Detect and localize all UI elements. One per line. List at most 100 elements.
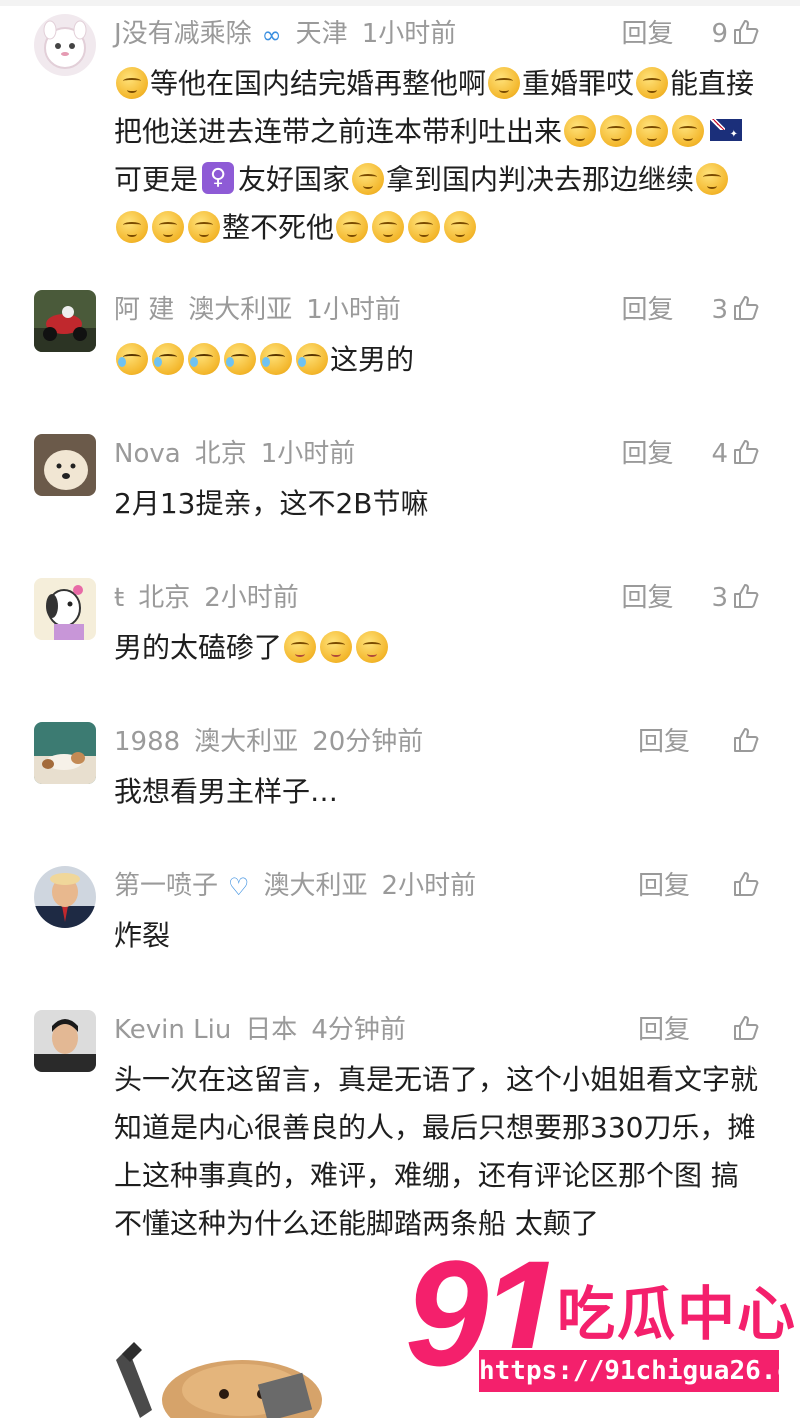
like-count: 3 bbox=[711, 583, 728, 613]
smirk-emoji-icon bbox=[372, 211, 405, 243]
vip-badge-icon: ∞ bbox=[261, 20, 282, 49]
comment-item: J没有减乘除 ∞ 天津 1小时前 回复 9 等他在国内结完婚再整他啊 重婚罪哎 能直接把他送… bbox=[0, 14, 800, 254]
sweat-smile-emoji-icon bbox=[320, 631, 353, 663]
comment-item: 阿 建澳大利亚 1小时前 回复 3 这男的 bbox=[0, 290, 800, 400]
thumbs-up-icon[interactable] bbox=[732, 294, 760, 322]
top-divider bbox=[0, 0, 800, 6]
comment-text: 2月13提亲，这不2B节嘛 bbox=[114, 480, 764, 528]
comment-image[interactable] bbox=[112, 1330, 332, 1422]
timestamp: 4分钟前 bbox=[311, 1015, 406, 1045]
thumbs-up-icon[interactable] bbox=[732, 1014, 760, 1042]
smirk-emoji-icon bbox=[116, 211, 148, 243]
smirk-emoji-icon bbox=[636, 115, 669, 147]
thumbs-up-icon[interactable] bbox=[732, 870, 760, 898]
username[interactable]: 阿 建 bbox=[114, 295, 174, 325]
timestamp: 1小时前 bbox=[306, 295, 401, 325]
reply-button[interactable]: 回复 bbox=[621, 19, 673, 49]
avatar[interactable] bbox=[34, 578, 96, 640]
avatar[interactable] bbox=[34, 866, 96, 928]
smirk-emoji-icon bbox=[564, 115, 597, 147]
smirk-emoji-icon bbox=[636, 67, 669, 99]
thumbs-up-icon[interactable] bbox=[732, 726, 760, 754]
comment-meta: Kevin Liu 日本 4分钟前 bbox=[114, 1012, 420, 1048]
thumbs-up-icon[interactable] bbox=[732, 582, 760, 610]
comment-text: 头一次在这留言，真是无语了，这个小姐姐看文字就知道是内心很善良的人，最后只想要那… bbox=[114, 1056, 764, 1248]
smirk-emoji-icon bbox=[352, 163, 385, 195]
thumbs-up-icon[interactable] bbox=[732, 438, 760, 466]
comment-text-segment: 友好国家 bbox=[238, 163, 351, 196]
crying-laugh-emoji-icon bbox=[188, 343, 220, 375]
comment-actions: 回复 bbox=[638, 1012, 760, 1048]
timestamp: 2小时前 bbox=[381, 871, 477, 901]
comment-text: 这男的 bbox=[114, 336, 764, 384]
sweat-smile-emoji-icon bbox=[356, 631, 389, 663]
avatar[interactable] bbox=[34, 722, 96, 784]
location: 澳大利亚 bbox=[194, 727, 299, 757]
comment-text-segment: 男的太磕碜了 bbox=[114, 631, 283, 664]
comment-actions: 回复 bbox=[638, 724, 760, 760]
comment-text-segment: 我想看男主样子… bbox=[114, 775, 339, 808]
comment-actions: 回复 9 bbox=[621, 16, 760, 52]
smirk-emoji-icon bbox=[408, 211, 441, 243]
comment-item: ŧ 北京 2小时前 回复 3 男的太磕碜了 bbox=[0, 578, 800, 688]
reply-button[interactable]: 回复 bbox=[621, 583, 673, 613]
reply-button[interactable]: 回复 bbox=[621, 295, 673, 325]
avatar[interactable] bbox=[34, 434, 96, 496]
woman-symbol-icon: ♀ bbox=[202, 162, 235, 194]
comment-actions: 回复 bbox=[638, 868, 760, 904]
vip-badge-icon: ♡ bbox=[228, 872, 250, 901]
comment-text-segment: 重婚罪哎 bbox=[522, 67, 635, 100]
comment-meta: 第一喷子 ♡ 澳大利亚 2小时前 bbox=[114, 868, 490, 904]
username[interactable]: 第一喷子 bbox=[114, 871, 218, 901]
comment-item: Nova 北京 1小时前 回复 4 2月13提亲，这不2B节嘛 bbox=[0, 434, 800, 544]
location: 澳大利亚 bbox=[188, 295, 293, 325]
like-count: 9 bbox=[711, 19, 728, 49]
comment-text-segment: 2月13提亲，这不2B节嘛 bbox=[114, 487, 429, 520]
username[interactable]: J没有减乘除 bbox=[114, 19, 252, 49]
username[interactable]: 1988 bbox=[114, 727, 180, 757]
reply-button[interactable]: 回复 bbox=[638, 871, 690, 901]
comment-meta: J没有减乘除 ∞ 天津 1小时前 bbox=[114, 16, 470, 52]
smirk-emoji-icon bbox=[116, 67, 148, 99]
watermark-url: https://91chigua26.com bbox=[477, 1348, 800, 1394]
username[interactable]: Nova bbox=[114, 439, 181, 469]
comment-text: 男的太磕碜了 bbox=[114, 624, 764, 672]
comment-meta: 1988 澳大利亚 20分钟前 bbox=[114, 724, 437, 760]
reply-button[interactable]: 回复 bbox=[638, 727, 690, 757]
location: 日本 bbox=[245, 1015, 298, 1045]
comment-text-segment: 头一次在这留言，真是无语了，这个小姐姐看文字就知道是内心很善良的人，最后只想要那… bbox=[114, 1063, 759, 1240]
avatar[interactable] bbox=[34, 290, 96, 352]
like-count: 3 bbox=[711, 295, 728, 325]
comment-text-segment: 等他在国内结完婚再整他啊 bbox=[150, 67, 487, 100]
crying-laugh-emoji-icon bbox=[224, 343, 256, 375]
comment-meta: ŧ 北京 2小时前 bbox=[114, 580, 313, 616]
comment-meta: 阿 建澳大利亚 1小时前 bbox=[114, 292, 415, 328]
reply-button[interactable]: 回复 bbox=[621, 439, 673, 469]
comment-text: 我想看男主样子… bbox=[114, 768, 764, 816]
crying-laugh-emoji-icon bbox=[152, 343, 184, 375]
comment-item: 第一喷子 ♡ 澳大利亚 2小时前 回复 炸裂 bbox=[0, 866, 800, 976]
comment-text-segment: 可更是 bbox=[114, 163, 199, 196]
crying-laugh-emoji-icon bbox=[116, 343, 148, 375]
location: 北京 bbox=[194, 439, 247, 469]
timestamp: 20分钟前 bbox=[312, 727, 424, 757]
comment-text-segment: 拿到国内判决去那边继续 bbox=[386, 163, 695, 196]
comment-text: 炸裂 bbox=[114, 912, 764, 960]
username[interactable]: ŧ bbox=[114, 583, 124, 613]
crying-laugh-emoji-icon bbox=[296, 343, 328, 375]
username[interactable]: Kevin Liu bbox=[114, 1015, 231, 1045]
comment-actions: 回复 3 bbox=[621, 580, 760, 616]
thumbs-up-icon[interactable] bbox=[732, 18, 760, 46]
comment-item: 1988 澳大利亚 20分钟前 回复 我想看男主样子… bbox=[0, 722, 800, 832]
location: 天津 bbox=[295, 19, 348, 49]
avatar[interactable] bbox=[34, 14, 96, 76]
avatar[interactable] bbox=[34, 1010, 96, 1072]
comment-text: 等他在国内结完婚再整他啊重婚罪哎能直接把他送进去连带之前连本带利吐出来可更是♀友… bbox=[114, 60, 764, 252]
australia-flag-icon bbox=[710, 119, 743, 141]
sweat-smile-emoji-icon bbox=[284, 631, 317, 663]
smirk-emoji-icon bbox=[488, 67, 521, 99]
watermark: 91 吃瓜中心 https://91chigua26.com bbox=[405, 1238, 800, 1418]
comment-text-segment: 炸裂 bbox=[114, 919, 171, 952]
reply-button[interactable]: 回复 bbox=[638, 1015, 690, 1045]
crying-laugh-emoji-icon bbox=[260, 343, 292, 375]
